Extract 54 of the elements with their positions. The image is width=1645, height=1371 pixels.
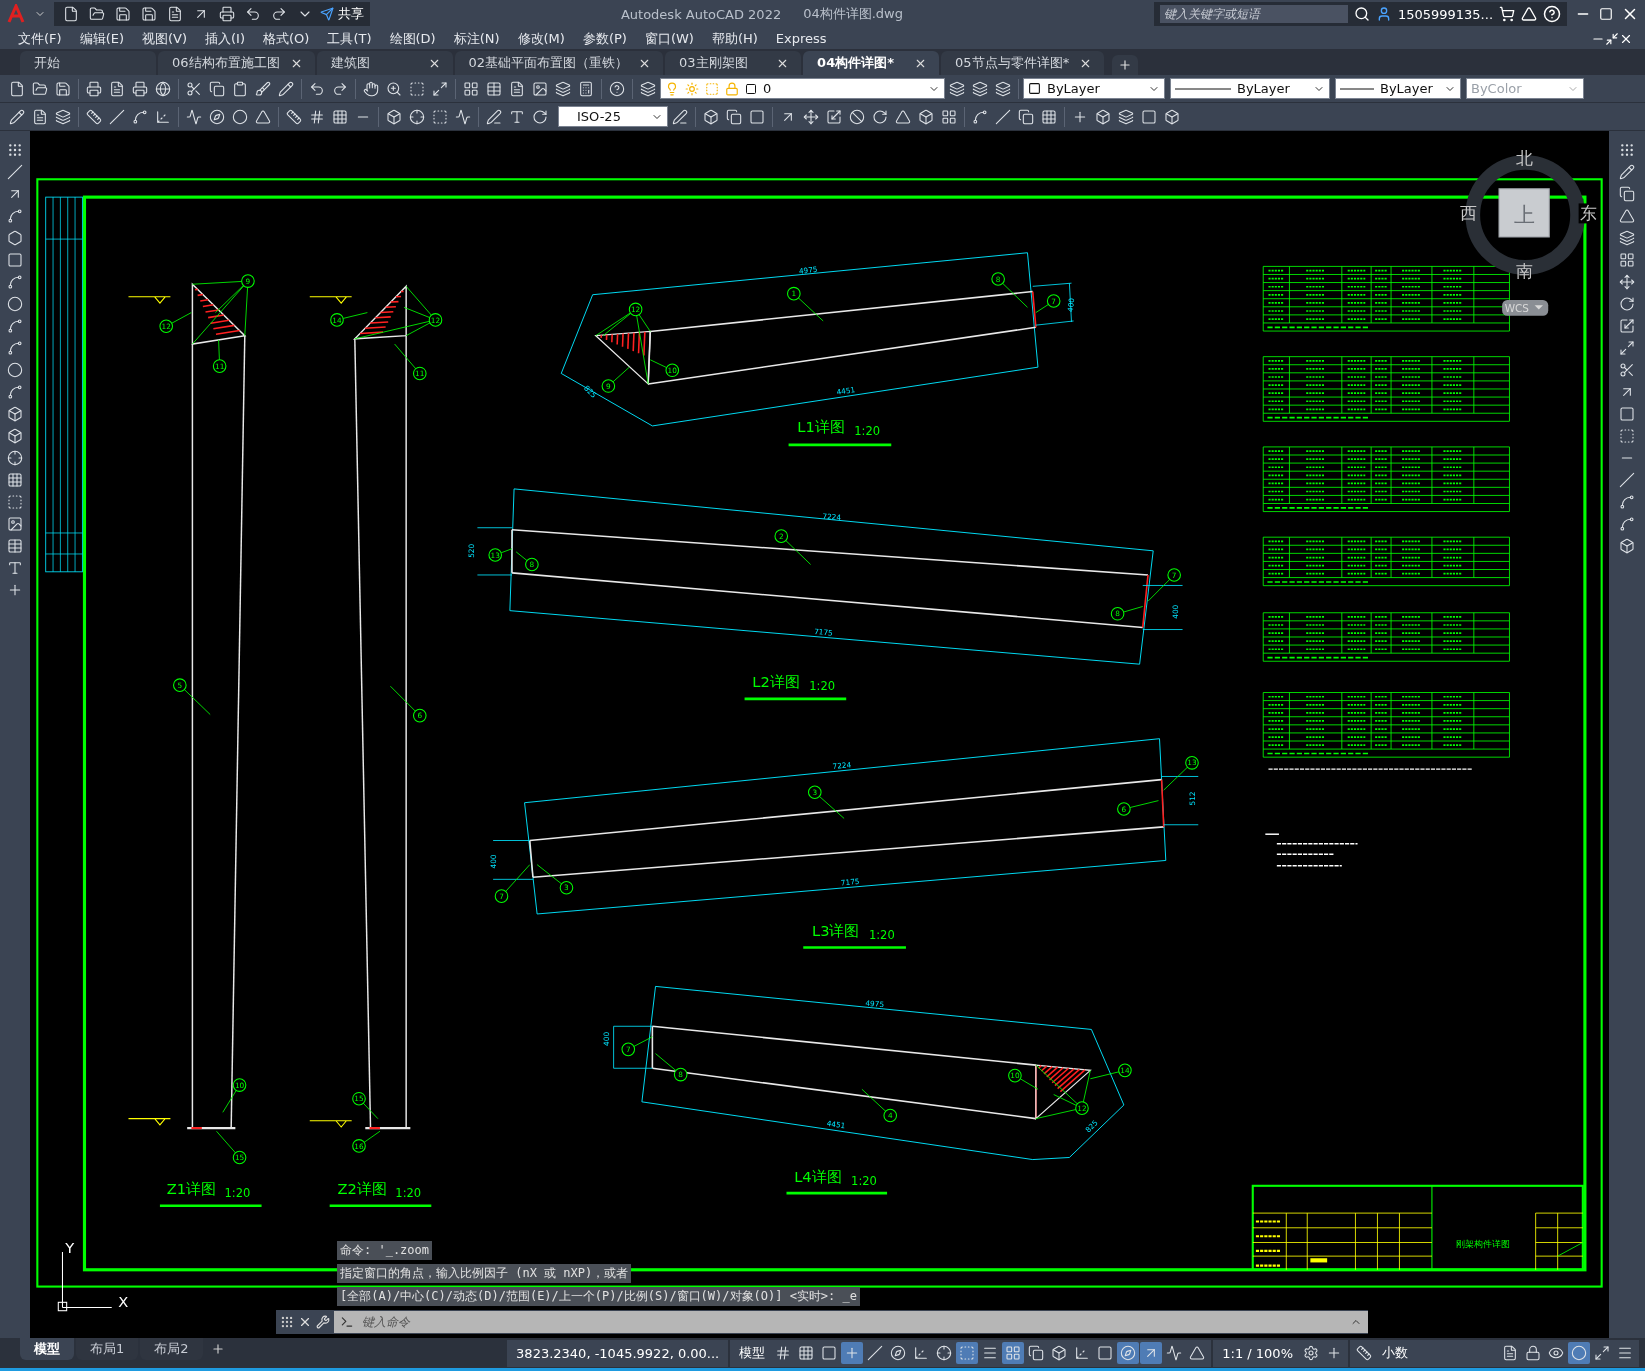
- axis-label: Y: [65, 1238, 75, 1256]
- dimension-style-dropdown[interactable]: ISO-25: [558, 106, 668, 127]
- document-tab[interactable]: 06结构布置施工图: [158, 51, 315, 75]
- share-label[interactable]: 共享: [338, 5, 364, 23]
- scale-text: 1:20: [854, 424, 881, 439]
- document-tab[interactable]: 05节点与零件详图*: [941, 51, 1105, 75]
- document-tab[interactable]: 建筑图: [316, 51, 453, 75]
- layout-tab[interactable]: 布局2: [140, 1338, 203, 1360]
- linetype-dropdown[interactable]: ByLayer: [1170, 78, 1330, 99]
- compass-west[interactable]: 西: [1460, 203, 1478, 224]
- menu-item[interactable]: 文件(F): [12, 29, 74, 48]
- color-dropdown[interactable]: ByLayer: [1023, 78, 1165, 99]
- detail-title: L4详图: [794, 1167, 842, 1185]
- document-tab[interactable]: 开始: [20, 51, 156, 75]
- layer-dropdown[interactable]: 0: [660, 78, 945, 99]
- menu-item[interactable]: 视图(V): [136, 29, 200, 48]
- document-tab[interactable]: 04构件详图*: [803, 51, 940, 75]
- detail-title: L3详图: [812, 922, 860, 939]
- layout-tab[interactable]: 模型: [20, 1338, 74, 1360]
- detail-title: Z1详图: [166, 1180, 217, 1198]
- compass-north[interactable]: 北: [1515, 147, 1533, 168]
- document-tab[interactable]: 02基础平面布置图（重铁）: [454, 51, 664, 75]
- menu-item[interactable]: 窗口(W): [638, 29, 706, 48]
- file-title: 04构件详图.dwg: [803, 5, 903, 23]
- detail-title: L1详图: [797, 418, 845, 436]
- menu-item[interactable]: 格式(O): [257, 29, 322, 48]
- scale-text: 1:20: [868, 928, 895, 943]
- menu-item[interactable]: 帮助(H): [705, 29, 770, 48]
- scale-text: 1:20: [809, 679, 836, 694]
- menu-item[interactable]: 插入(I): [199, 29, 257, 48]
- menu-item[interactable]: 编辑(E): [73, 29, 136, 48]
- menu-item[interactable]: Express: [769, 31, 839, 46]
- scale-text: 1:20: [224, 1186, 251, 1201]
- model-space-button[interactable]: 模型: [733, 1344, 772, 1362]
- search-field[interactable]: 键入关键字或短语: [1159, 5, 1348, 23]
- compass-east[interactable]: 东: [1579, 203, 1597, 224]
- compass-south[interactable]: 南: [1515, 260, 1533, 281]
- menu-item[interactable]: 修改(M): [511, 29, 577, 48]
- axis-label: X: [118, 1292, 129, 1310]
- document-tab[interactable]: 03主刚架图: [665, 51, 802, 75]
- detail-title: L2详图: [752, 673, 800, 691]
- layout-tab[interactable]: 布局1: [76, 1338, 139, 1360]
- menu-item[interactable]: 工具(T): [321, 29, 384, 48]
- user-name[interactable]: 1505999135...: [1397, 6, 1493, 22]
- menu-item[interactable]: 标注(N): [447, 29, 512, 48]
- app-title: Autodesk AutoCAD 2022: [620, 6, 782, 22]
- menu-item[interactable]: 参数(P): [576, 29, 639, 48]
- detail-title: Z2详图: [337, 1180, 387, 1198]
- sheet-title: 刚架构件详图: [1456, 1237, 1511, 1249]
- menu-item[interactable]: 绘图(D): [383, 29, 448, 48]
- scale-text: 1:20: [851, 1173, 877, 1188]
- lineweight-dropdown[interactable]: ByLayer: [1335, 78, 1461, 99]
- command-field[interactable]: 键入命令: [334, 1311, 1368, 1333]
- scale-text: 1:20: [395, 1186, 422, 1201]
